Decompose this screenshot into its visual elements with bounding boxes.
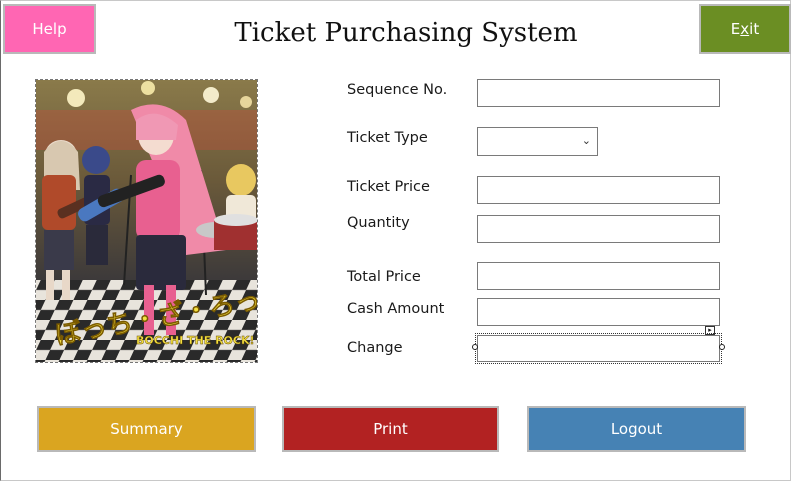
logout-button-label: Logout — [610, 420, 663, 438]
exit-button-label: Exit — [730, 20, 760, 38]
print-button-label: Print — [373, 420, 408, 438]
cash-amount-input[interactable] — [477, 298, 720, 326]
help-button[interactable]: Help — [3, 4, 96, 54]
total-price-label: Total Price — [347, 269, 421, 285]
change-input[interactable] — [477, 335, 720, 362]
main-window: Help Ticket Purchasing System Exit ぼっち・ざ… — [0, 0, 791, 481]
page-title: Ticket Purchasing System — [234, 18, 578, 48]
change-label: Change — [347, 340, 403, 356]
resize-handle-right[interactable] — [719, 344, 725, 350]
quantity-label: Quantity — [347, 215, 410, 231]
resize-handle-left[interactable] — [472, 344, 478, 350]
summary-button-label: Summary — [110, 420, 183, 438]
ticket-type-label: Ticket Type — [347, 130, 428, 146]
chevron-down-icon[interactable]: ⌄ — [582, 134, 591, 147]
exit-button[interactable]: Exit — [699, 4, 791, 54]
total-price-input[interactable] — [477, 262, 720, 290]
change-selection-frame — [472, 333, 725, 364]
sequence-input[interactable] — [477, 79, 720, 107]
ticket-price-label: Ticket Price — [347, 179, 430, 195]
summary-button[interactable]: Summary — [37, 406, 256, 452]
help-button-label: Help — [32, 20, 67, 38]
ticket-price-input[interactable] — [477, 176, 720, 204]
poster-illustration: ぼっち・ざ・ろっく! BOCCHI THE ROCK! — [36, 80, 257, 362]
quantity-input[interactable] — [477, 215, 720, 243]
logout-button[interactable]: Logout — [527, 406, 746, 452]
ticket-type-dropdown[interactable]: ⌄ — [477, 127, 598, 156]
cash-amount-label: Cash Amount — [347, 301, 445, 317]
sequence-label: Sequence No. — [347, 82, 448, 98]
poster-image: ぼっち・ざ・ろっく! BOCCHI THE ROCK! — [35, 79, 258, 363]
poster-subtitle: BOCCHI THE ROCK! — [136, 334, 255, 347]
print-button[interactable]: Print — [282, 406, 499, 452]
